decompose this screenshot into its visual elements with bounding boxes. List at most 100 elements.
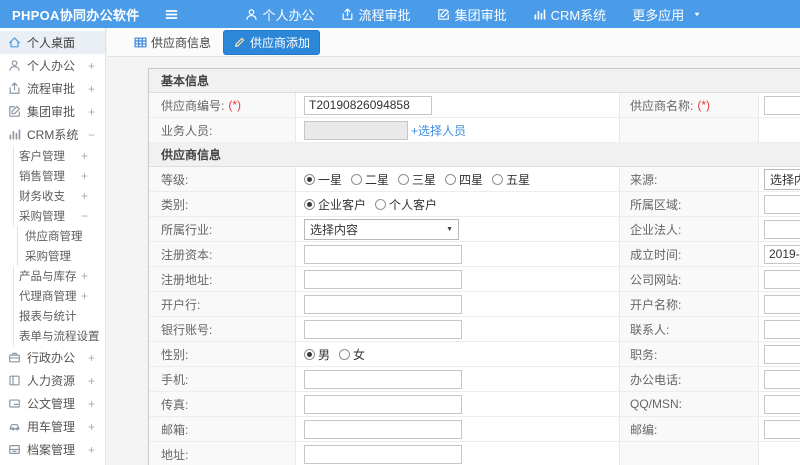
expand-toggle-icon[interactable]: + [88, 82, 95, 96]
nav-workflow-approval[interactable]: 流程审批 [341, 5, 411, 24]
field-label: 供应商编号: (*) [149, 93, 296, 117]
radio-icon [492, 173, 504, 185]
radio-option[interactable]: 四星 [445, 171, 483, 188]
radio-label: 三星 [412, 172, 437, 187]
sidebar-item[interactable]: 销售管理 + [13, 166, 105, 186]
text-input[interactable] [304, 319, 462, 339]
text-input[interactable] [304, 244, 462, 264]
sidebar-item[interactable]: 产品与库存 + [13, 266, 105, 286]
sidebar-item-label: 采购管理 [19, 211, 65, 223]
required-mark: (*) [697, 98, 711, 112]
expand-toggle-icon[interactable]: + [88, 397, 95, 411]
text-input[interactable] [764, 244, 800, 264]
expand-toggle-icon[interactable]: + [81, 189, 88, 203]
radio-option[interactable]: 企业客户 [304, 196, 366, 213]
nav-crm-system[interactable]: CRM系统 [533, 5, 606, 24]
text-input[interactable] [764, 369, 800, 389]
sidebar-item[interactable]: 用车管理 + [0, 415, 105, 438]
sidebar-item[interactable]: 公文管理 + [0, 392, 105, 415]
text-input[interactable] [304, 444, 462, 464]
field-cell [296, 367, 619, 391]
text-input[interactable] [764, 219, 800, 239]
nav-more-apps[interactable]: 更多应用 [632, 5, 702, 24]
radio-icon [304, 198, 315, 210]
sidebar-item[interactable]: 采购管理 [17, 246, 105, 266]
text-input[interactable] [764, 419, 800, 439]
text-input[interactable] [764, 95, 800, 115]
sidebar-item[interactable]: 档案管理 + [0, 438, 105, 461]
sidebar-item[interactable]: 个人办公 + [0, 54, 105, 77]
edit-icon [8, 105, 21, 118]
text-input[interactable] [304, 394, 462, 414]
text-input[interactable] [764, 269, 800, 289]
expand-toggle-icon[interactable]: + [81, 269, 88, 283]
form-row: 传真: QQ/MSN: [149, 392, 800, 417]
expand-toggle-icon[interactable]: + [88, 59, 95, 73]
select-person-link[interactable]: +选择人员 [411, 122, 466, 139]
text-input[interactable] [304, 95, 432, 115]
menu-icon[interactable] [164, 7, 179, 22]
sidebar-item-label: CRM系统 [27, 128, 79, 142]
expand-toggle-icon[interactable]: − [81, 209, 88, 223]
sidebar-item[interactable]: 人力资源 + [0, 369, 105, 392]
field-cell: 一星 二星 三星 四星 五星 [296, 167, 619, 191]
text-input[interactable] [764, 344, 800, 364]
sidebar-item[interactable]: 集团审批 + [0, 100, 105, 123]
expand-toggle-icon[interactable]: + [88, 105, 95, 119]
sidebar-item[interactable]: 行政办公 + [0, 346, 105, 369]
field-cell [296, 292, 619, 316]
field-label: 企业法人: [619, 217, 759, 241]
radio-option[interactable]: 男 [304, 346, 330, 363]
text-input[interactable] [764, 194, 800, 214]
radio-option[interactable]: 二星 [351, 171, 389, 188]
select-value: 选择内容 [310, 222, 359, 237]
sidebar-item[interactable]: 个人桌面 [0, 31, 105, 54]
sidebar-item[interactable]: 报表与统计 [13, 306, 105, 326]
sidebar-item[interactable]: 供应商管理 [17, 226, 105, 246]
sidebar-item[interactable]: 表单与流程设置 + [13, 326, 105, 346]
text-input[interactable] [304, 294, 462, 314]
radio-icon [304, 173, 315, 185]
text-input[interactable] [764, 294, 800, 314]
tab-supplier-add[interactable]: 供应商添加 [223, 29, 321, 55]
field-label: 等级: [149, 167, 296, 191]
person-picker-input[interactable] [304, 120, 408, 140]
tab-supplier-info[interactable]: 供应商信息 [134, 34, 211, 51]
expand-toggle-icon[interactable]: + [81, 289, 88, 303]
expand-toggle-icon[interactable]: + [88, 420, 95, 434]
radio-option[interactable]: 女 [339, 346, 365, 363]
sidebar-item[interactable]: 流程审批 + [0, 77, 105, 100]
sidebar-item[interactable]: 采购管理 − [13, 206, 105, 226]
field-label: 开户名称: [619, 292, 759, 316]
field-cell [296, 442, 619, 465]
select-input[interactable]: 选择内容▼ [764, 168, 800, 190]
sidebar-item[interactable]: 代理商管理 + [13, 286, 105, 306]
field-cell [759, 417, 800, 441]
select-input[interactable]: 选择内容▼ [304, 218, 459, 240]
expand-toggle-icon[interactable]: + [88, 351, 95, 365]
expand-toggle-icon[interactable]: − [88, 128, 95, 142]
text-input[interactable] [764, 319, 800, 339]
text-input[interactable] [304, 369, 462, 389]
radio-option[interactable]: 个人客户 [375, 196, 437, 213]
sidebar: 个人桌面 个人办公 + 流程审批 + 集团审批 + CRM系统 − 客户管理 + 销售管理 + 财务收支 +… [0, 28, 106, 465]
radio-option[interactable]: 五星 [492, 171, 530, 188]
text-input[interactable] [764, 394, 800, 414]
radio-option[interactable]: 三星 [398, 171, 436, 188]
briefcase-icon [8, 351, 21, 364]
expand-toggle-icon[interactable]: + [81, 169, 88, 183]
text-input[interactable] [304, 419, 462, 439]
expand-toggle-icon[interactable]: + [88, 443, 95, 457]
expand-toggle-icon[interactable]: + [81, 329, 88, 343]
nav-personal-office[interactable]: 个人办公 [245, 5, 315, 24]
user-icon [8, 59, 21, 72]
field-label: 公司网站: [619, 267, 759, 291]
nav-group-approval[interactable]: 集团审批 [437, 5, 507, 24]
sidebar-item[interactable]: CRM系统 − [0, 123, 105, 146]
expand-toggle-icon[interactable]: + [81, 149, 88, 163]
text-input[interactable] [304, 269, 462, 289]
radio-option[interactable]: 一星 [304, 171, 342, 188]
sidebar-item[interactable]: 客户管理 + [13, 146, 105, 166]
expand-toggle-icon[interactable]: + [88, 374, 95, 388]
sidebar-item[interactable]: 财务收支 + [13, 186, 105, 206]
